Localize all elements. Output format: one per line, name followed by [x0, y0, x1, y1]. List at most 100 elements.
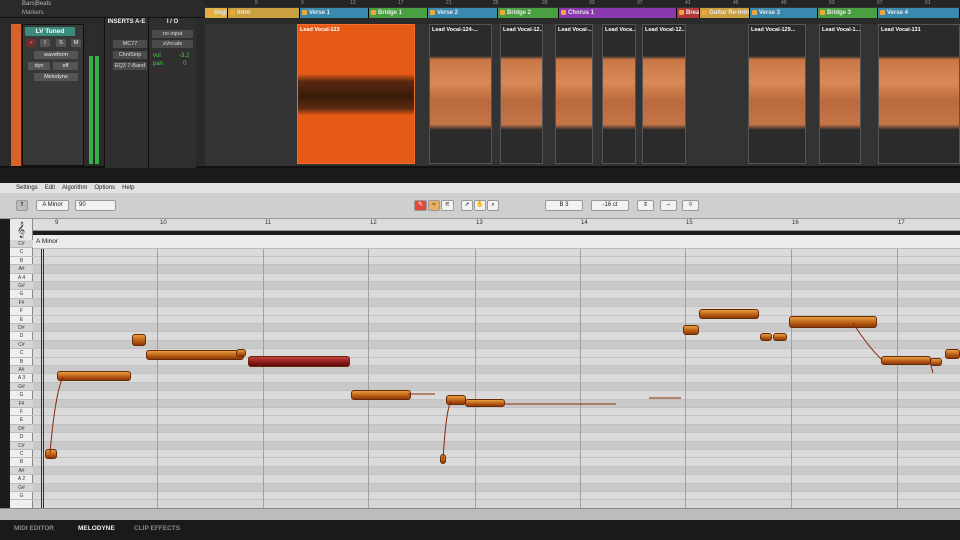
input-monitor-button[interactable]: I — [40, 39, 50, 47]
ruler-tick: 37 — [637, 0, 643, 6]
amplitude-tool-icon[interactable]: ⚟ — [441, 200, 454, 211]
pitch-curve-lines — [49, 322, 934, 460]
clip-name: Lead Vocal-12... — [503, 27, 543, 33]
audio-clip[interactable]: Lead Vocal-131 — [878, 24, 960, 164]
pitch-ruler-keys: C# C B A# A 4 G# G F# F E D# D C# C B A# A 3 G# G F# F E D# D C#… — [10, 240, 33, 508]
pitch-snap-icon[interactable]: ⇕ — [637, 200, 654, 211]
tab-midi-editor[interactable]: MIDI EDITOR — [14, 525, 54, 532]
audio-clip[interactable]: Lead Vocal-12... — [642, 24, 686, 164]
insert-slot-3[interactable]: EQ3 7-Band — [113, 62, 147, 70]
melodyne-menu-bar: Settings Edit Algorithm Options Help — [0, 183, 960, 193]
automation-mode-selector[interactable]: off — [53, 62, 78, 70]
pitch-key: D — [10, 433, 33, 442]
track-playlist[interactable]: Lead Vocal-123 Lead Vocal-124-... Lead Voc… — [205, 24, 960, 166]
marker-bridge-1[interactable]: Bridge 1 — [369, 8, 428, 18]
marker-verse-3[interactable]: Verse 3 — [750, 8, 818, 18]
marker-chorus-1[interactable]: Chorus 1 — [559, 8, 677, 18]
ruler-tick: 5 — [255, 0, 258, 6]
solo-button[interactable]: S — [56, 39, 66, 47]
marker-bridge-3[interactable]: Bridge 3 — [818, 8, 878, 18]
pitch-key: C — [10, 248, 33, 257]
elastic-audio-plugin-selector[interactable]: Melodyne — [34, 73, 78, 81]
tab-melodyne[interactable]: MELODYNE — [78, 525, 115, 532]
track-name[interactable]: LV Tuned — [25, 27, 75, 36]
align-icon[interactable]: ⇳ — [682, 200, 699, 211]
pitch-key: A# — [10, 366, 33, 375]
audio-clip[interactable]: Lead Voca... — [602, 24, 636, 164]
menu-edit[interactable]: Edit — [45, 185, 55, 191]
marker-break[interactable]: Break — [677, 8, 700, 18]
menu-options[interactable]: Options — [94, 185, 115, 191]
melodyne-overview-strip[interactable] — [0, 508, 960, 520]
tempo-field[interactable]: 90 — [75, 200, 116, 211]
quantize-icon[interactable]: ⇔ — [660, 200, 677, 211]
pitch-key: B — [10, 458, 33, 467]
pitch-key: C — [10, 349, 33, 358]
audio-clip[interactable]: Lead Vocal-1... — [819, 24, 861, 164]
pitch-key: A# — [10, 265, 33, 274]
audio-clip[interactable]: Lead Vocal-129... — [748, 24, 806, 164]
pitch-key: B — [10, 358, 33, 366]
menu-help[interactable]: Help — [122, 185, 134, 191]
input-selector[interactable]: no input — [152, 30, 193, 38]
ruler-label: Bars|Beats — [0, 0, 205, 8]
clip-waveform — [298, 47, 414, 137]
clip-name: Lead Vocal-... — [558, 27, 593, 33]
insert-slot-2[interactable]: ChnlStrip — [113, 51, 147, 59]
bar-number: 11 — [265, 220, 272, 226]
zoom-tool-icon[interactable]: ⌕ — [487, 200, 499, 211]
marker-bridge-2[interactable]: Bridge 2 — [498, 8, 559, 18]
marker-sngst[interactable]: SngSt — [205, 8, 228, 18]
pitch-key: G# — [10, 483, 33, 492]
clip-name: Lead Vocal-12... — [645, 27, 686, 33]
ruler-tick: 17 — [398, 0, 404, 6]
pitch-drift-line — [929, 361, 934, 374]
audio-clip[interactable]: Lead Vocal-12... — [500, 24, 543, 164]
key-selector[interactable]: A Minor — [36, 200, 69, 211]
marker-guitar-re-intro[interactable]: Guitar Re-Intro — [700, 8, 750, 18]
insert-slot-1[interactable]: MC77 — [113, 40, 147, 48]
formant-tool-icon[interactable]: ≈ — [428, 200, 440, 211]
automation-dyn-selector[interactable]: dyn — [28, 62, 50, 70]
melodyne-note-grid[interactable] — [33, 249, 960, 508]
clip-name: Lead Vocal-131 — [881, 27, 921, 33]
ruler-ticks: 5 9 13 17 21 25 29 33 37 41 45 49 53 57 61 — [205, 0, 960, 8]
tab-clip-effects[interactable]: CLIP EFFECTS — [134, 525, 180, 532]
record-enable-button[interactable]: ● — [26, 39, 36, 47]
clip-waveform — [749, 47, 805, 137]
audio-clip[interactable]: Lead Vocal-124-... — [429, 24, 492, 164]
ruler-tick: 45 — [733, 0, 739, 6]
hand-tool-icon[interactable]: ✋ — [474, 200, 486, 211]
bar-number: 10 — [160, 220, 167, 226]
marker-verse-1[interactable]: Verse 1 — [300, 8, 369, 18]
track-view-selector[interactable]: waveform — [34, 51, 78, 59]
menu-algorithm[interactable]: Algorithm — [62, 185, 87, 191]
output-selector[interactable]: sVocals — [152, 40, 193, 48]
audio-clip[interactable]: Lead Vocal-123 — [297, 24, 415, 164]
melodyne-bar-ruler[interactable]: 9 10 11 12 13 14 15 16 17 — [33, 219, 960, 231]
ruler-tick: 57 — [877, 0, 883, 6]
pitch-key: C# — [10, 240, 33, 249]
pitch-key: E — [10, 316, 33, 324]
audio-clip[interactable]: Lead Vocal-... — [555, 24, 593, 164]
bar-number: 13 — [476, 220, 483, 226]
volume-value[interactable]: -3.2 — [179, 53, 189, 59]
clip-waveform — [820, 47, 860, 137]
scale-row — [33, 235, 960, 249]
track-icon[interactable]: ⇑ — [16, 200, 28, 211]
pitch-tool-icon[interactable]: ✎ — [414, 200, 427, 211]
pointer-tool-icon[interactable]: ➚ — [461, 200, 473, 211]
pitch-key: G# — [10, 382, 33, 392]
mute-button[interactable]: M — [71, 39, 81, 47]
io-header: I / O — [166, 19, 179, 25]
marker-verse-4[interactable]: Verse 4 — [878, 8, 960, 18]
pitch-key: G — [10, 492, 33, 501]
menu-settings[interactable]: Settings — [16, 185, 38, 191]
markers-label: Markers — [22, 10, 44, 16]
pan-value[interactable]: 0 — [183, 61, 186, 67]
bar-number: 9 — [55, 220, 59, 226]
marker-verse-2[interactable]: Verse 2 — [428, 8, 498, 18]
marker-intro[interactable]: Intro — [228, 8, 300, 18]
inserts-column: INSERTS A-E MC77 ChnlStrip EQ3 7-Band — [104, 18, 148, 168]
volume-label: vol — [153, 53, 161, 59]
